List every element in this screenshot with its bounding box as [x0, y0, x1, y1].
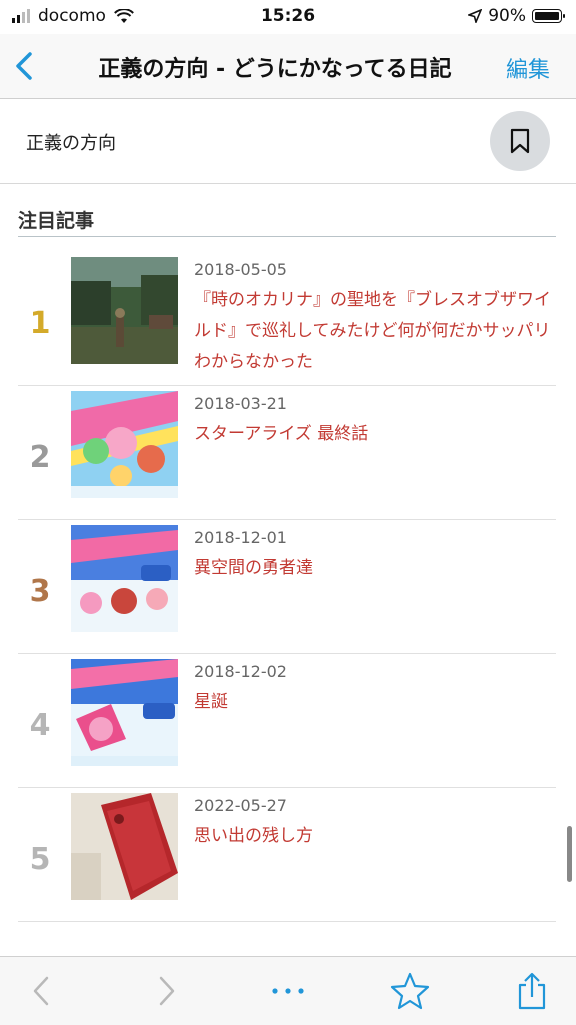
article-item[interactable]: 2 2018-03-21 スターアライズ 最終話: [18, 386, 556, 520]
article-item[interactable]: 5 2022-05-27 思い出の残し方: [18, 788, 556, 922]
scrollbar[interactable]: [567, 826, 572, 882]
back-button[interactable]: [8, 46, 44, 86]
section-title: 注目記事: [18, 206, 556, 237]
blog-header: 正義の方向: [0, 99, 576, 184]
chevron-left-icon: [33, 976, 49, 1006]
chevron-right-icon: [159, 976, 175, 1006]
article-item[interactable]: 1 2018-05-05 『時のオカリナ』の聖地を『ブレスオブザワイルド』で巡礼…: [18, 252, 556, 386]
article-title[interactable]: 異空間の勇者達: [194, 553, 554, 584]
edit-button[interactable]: 編集: [506, 52, 550, 84]
article-thumbnail[interactable]: [71, 391, 178, 498]
bookmark-button[interactable]: [490, 111, 550, 171]
article-title[interactable]: 星誕: [194, 687, 554, 718]
rank-number: 3: [29, 574, 51, 609]
article-thumbnail[interactable]: [71, 257, 178, 364]
browser-forward-button[interactable]: [146, 971, 186, 1011]
nav-title: 正義の方向 - どうにかなってる日記: [98, 57, 452, 82]
share-button[interactable]: [512, 971, 552, 1011]
article-date: 2018-12-01: [194, 528, 287, 547]
bookmark-icon: [510, 128, 530, 154]
article-title[interactable]: 思い出の残し方: [194, 821, 554, 852]
blog-name[interactable]: 正義の方向: [26, 129, 116, 155]
nav-bar: 正義の方向 - どうにかなってる日記 編集: [0, 34, 576, 99]
article-title[interactable]: 『時のオカリナ』の聖地を『ブレスオブザワイルド』で巡礼してみたけど何が何だかサッ…: [194, 285, 554, 378]
article-date: 2022-05-27: [194, 796, 287, 815]
article-date: 2018-03-21: [194, 394, 287, 413]
rank-number: 4: [29, 708, 51, 743]
rank-number: 5: [29, 842, 51, 877]
battery-percent: 90%: [488, 6, 526, 26]
chevron-left-icon: [16, 52, 32, 80]
article-date: 2018-12-02: [194, 662, 287, 681]
star-button[interactable]: [390, 971, 430, 1011]
share-icon: [518, 972, 546, 1010]
article-item[interactable]: 4 2018-12-02 星誕: [18, 654, 556, 788]
rank-number: 2: [29, 440, 51, 475]
article-thumbnail[interactable]: [71, 659, 178, 766]
article-thumbnail[interactable]: [71, 793, 178, 900]
more-dots-icon: [272, 988, 304, 994]
more-button[interactable]: [268, 971, 308, 1011]
bottom-toolbar: [0, 956, 576, 1025]
location-arrow-icon: [468, 9, 483, 23]
article-list: 1 2018-05-05 『時のオカリナ』の聖地を『ブレスオブザワイルド』で巡礼…: [18, 252, 556, 922]
rank-number: 1: [29, 306, 51, 341]
star-icon: [390, 972, 430, 1010]
browser-back-button[interactable]: [22, 971, 62, 1011]
article-title[interactable]: スターアライズ 最終話: [194, 419, 554, 450]
battery-icon: [532, 9, 565, 23]
article-item[interactable]: 3 2018-12-01 異空間の勇者達: [18, 520, 556, 654]
article-thumbnail[interactable]: [71, 525, 178, 632]
article-date: 2018-05-05: [194, 260, 287, 279]
status-right: 90%: [468, 6, 565, 26]
status-bar: docomo 15:26 90%: [0, 0, 576, 34]
